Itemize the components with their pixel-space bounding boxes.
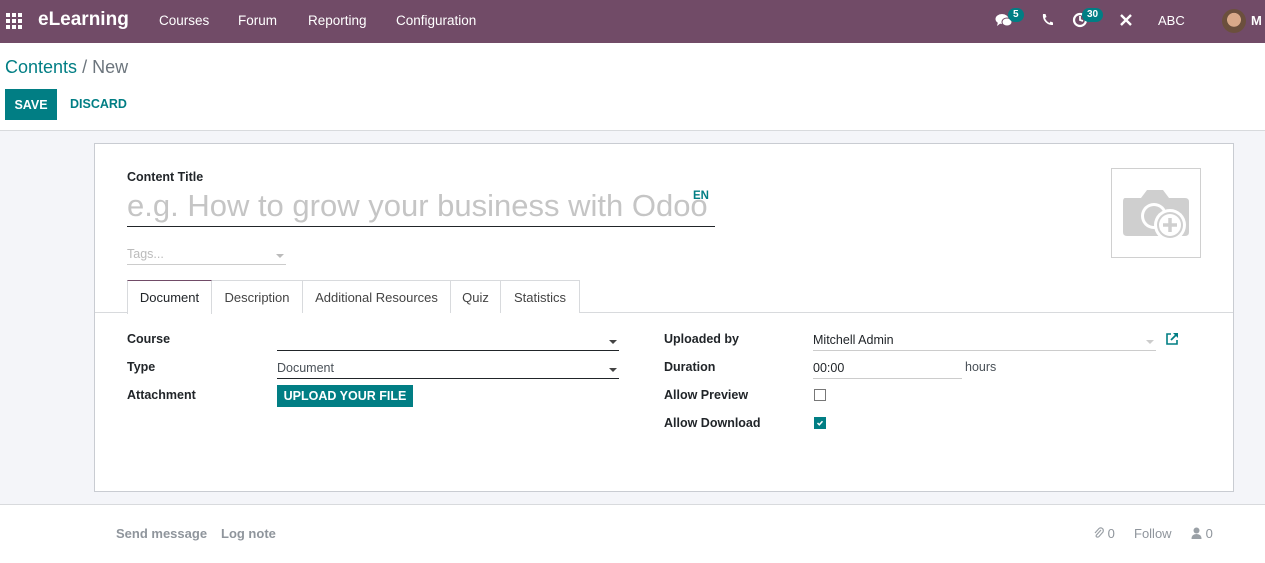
- breadcrumb-contents[interactable]: Contents: [5, 57, 77, 77]
- external-link-icon[interactable]: [1165, 332, 1179, 346]
- tab-statistics[interactable]: Statistics: [500, 280, 580, 313]
- activities-badge: 30: [1082, 8, 1104, 22]
- menu-configuration[interactable]: Configuration: [396, 13, 476, 28]
- paperclip-icon: [1094, 527, 1104, 538]
- tab-document[interactable]: Document: [127, 280, 212, 314]
- send-message-button[interactable]: Send message: [116, 526, 207, 541]
- allow-download-label: Allow Download: [664, 416, 761, 430]
- tab-description[interactable]: Description: [211, 280, 303, 313]
- follow-button[interactable]: Follow: [1134, 526, 1172, 541]
- duration-unit: hours: [965, 360, 997, 374]
- image-upload[interactable]: [1111, 168, 1201, 258]
- upload-file-button[interactable]: UPLOAD YOUR FILE: [277, 385, 413, 407]
- attachments-count: 0: [1107, 526, 1115, 541]
- user-avatar[interactable]: [1222, 9, 1246, 33]
- attachment-label: Attachment: [127, 388, 196, 402]
- menu-forum[interactable]: Forum: [238, 13, 277, 28]
- tab-additional-resources[interactable]: Additional Resources: [302, 280, 451, 313]
- activities-button[interactable]: 30: [1072, 8, 1104, 31]
- attachments-button[interactable]: 0: [1093, 526, 1115, 541]
- discard-button[interactable]: DISCARD: [70, 97, 127, 111]
- top-navbar: eLearning Courses Forum Reporting Config…: [0, 0, 1265, 43]
- uploaded-by-select[interactable]: Mitchell Admin: [813, 331, 1156, 351]
- breadcrumb-separator: /: [82, 57, 88, 77]
- allow-preview-checkbox[interactable]: [814, 389, 826, 401]
- content-title-input[interactable]: [127, 186, 715, 227]
- log-note-button[interactable]: Log note: [221, 526, 276, 541]
- app-name[interactable]: eLearning: [38, 9, 129, 31]
- user-name[interactable]: M: [1251, 13, 1262, 28]
- type-value: Document: [277, 361, 334, 375]
- followers-count: 0: [1205, 526, 1213, 541]
- breadcrumb: Contents / New: [5, 57, 128, 78]
- type-label: Type: [127, 360, 156, 374]
- allow-download-checkbox[interactable]: [814, 417, 826, 429]
- course-label: Course: [127, 332, 171, 346]
- course-select[interactable]: [277, 331, 619, 351]
- chevron-down-icon: [609, 340, 617, 344]
- company-switcher[interactable]: ABC: [1158, 13, 1185, 28]
- menu-reporting[interactable]: Reporting: [308, 13, 367, 28]
- messages-button[interactable]: 5: [995, 8, 1024, 31]
- translate-button[interactable]: EN: [693, 190, 709, 202]
- chevron-down-icon: [276, 254, 284, 258]
- save-button[interactable]: SAVE: [5, 89, 57, 120]
- tab-quiz[interactable]: Quiz: [450, 280, 501, 313]
- breadcrumb-current: New: [92, 57, 129, 77]
- chevron-down-icon: [609, 368, 617, 372]
- followers-button[interactable]: 0: [1191, 526, 1213, 541]
- duration-input[interactable]: 00:00: [813, 359, 962, 379]
- debug-tools-icon: [1120, 14, 1132, 26]
- type-select[interactable]: Document: [277, 359, 619, 379]
- phone-button[interactable]: [1041, 13, 1053, 29]
- duration-label: Duration: [664, 360, 716, 374]
- camera-add-icon: [1123, 190, 1189, 241]
- menu-courses[interactable]: Courses: [159, 13, 209, 28]
- checkmark-icon: [816, 420, 824, 426]
- uploaded-by-value: Mitchell Admin: [813, 333, 894, 347]
- user-icon: [1191, 527, 1202, 539]
- apps-grid-icon[interactable]: [6, 13, 22, 29]
- tags-placeholder: Tags...: [127, 247, 164, 261]
- phone-icon: [1042, 14, 1053, 26]
- uploaded-by-label: Uploaded by: [664, 332, 740, 346]
- tags-field[interactable]: Tags...: [127, 246, 286, 265]
- messages-badge: 5: [1008, 8, 1024, 22]
- chevron-down-icon: [1146, 340, 1154, 344]
- debug-button[interactable]: [1119, 13, 1133, 30]
- allow-preview-label: Allow Preview: [664, 388, 749, 402]
- content-title-label: Content Title: [127, 170, 204, 184]
- duration-value: 00:00: [813, 361, 845, 375]
